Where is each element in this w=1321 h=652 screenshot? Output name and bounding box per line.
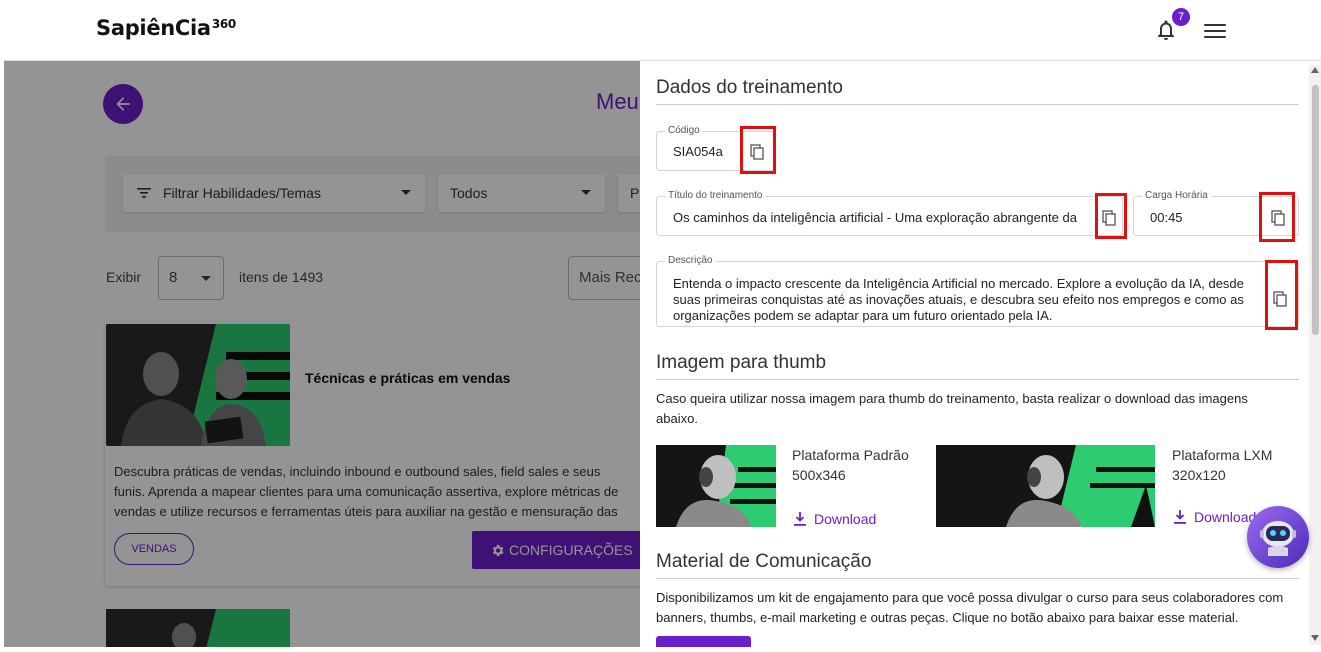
course-image <box>106 609 290 647</box>
logo-text: SapiênCia <box>96 16 211 40</box>
training-title-value: Os caminhos da inteligência artificial -… <box>673 210 1077 225</box>
show-label: Exibir <box>106 269 142 285</box>
training-details-drawer: Dados do treinamento Código SIA054a Títu… <box>640 61 1321 647</box>
drawer-scrollbar[interactable] <box>1309 65 1321 645</box>
thumb-lxm-size: 320x120 <box>1172 467 1226 483</box>
per-page-value: 8 <box>169 269 178 286</box>
thumb-lxm-name: Plataforma LXM <box>1172 447 1273 463</box>
download-standard-link[interactable]: Download <box>794 511 876 527</box>
thumb-standard-image <box>656 445 776 527</box>
training-title-field[interactable]: Título do treinamento Os caminhos da int… <box>656 190 1123 236</box>
download-standard-label: Download <box>814 511 877 527</box>
course-image <box>106 324 290 446</box>
thumb-section-text: Caso queira utilizar nossa imagem para t… <box>656 391 1248 426</box>
status-filter-select[interactable]: Todos <box>438 174 605 212</box>
divider <box>656 379 1299 380</box>
logo-suffix: 360 <box>211 17 236 31</box>
sort-select[interactable]: Mais Rec <box>568 256 640 300</box>
skills-filter-select[interactable]: Filtrar Habilidades/Temas <box>123 174 425 212</box>
course-list-page: Meu Filtrar Habilidades/Temas Todos P Ex… <box>4 61 640 647</box>
divider <box>656 104 1299 105</box>
download-icon <box>1174 510 1186 524</box>
menu-icon[interactable] <box>1204 24 1226 40</box>
thumb-standard-name: Plataforma Padrão <box>792 447 909 463</box>
scroll-thumb[interactable] <box>1312 85 1319 335</box>
robot-icon <box>1260 521 1296 556</box>
material-section-title: Material de Comunicação <box>656 551 872 572</box>
workload-label: Carga Horária <box>1142 190 1211 202</box>
download-icon <box>794 512 806 526</box>
description-value: Entenda o impacto crescente da Inteligên… <box>673 276 1244 323</box>
chevron-down-icon <box>581 190 591 195</box>
thumb-standard-size: 500x346 <box>792 467 846 483</box>
page-title: Meu <box>596 89 639 114</box>
course-description-line: funis. Aprenda a mapear clientes para um… <box>114 484 619 499</box>
code-label: Código <box>665 125 703 137</box>
skills-filter-label: Filtrar Habilidades/Temas <box>163 185 321 201</box>
thumb-lxm-image <box>936 445 1155 527</box>
workload-value: 00:45 <box>1150 210 1183 225</box>
thumb-standard-info: Plataforma Padrão 500x346 <box>792 445 909 485</box>
items-count: itens de 1493 <box>239 269 324 285</box>
course-description-line: Descubra práticas de vendas, incluindo i… <box>114 464 601 479</box>
description-label: Descrição <box>665 255 716 267</box>
chevron-down-icon <box>401 190 411 195</box>
training-data-title: Dados do treinamento <box>656 77 843 98</box>
arrow-left-icon <box>116 97 130 111</box>
highlight-box <box>1259 192 1295 242</box>
filter-icon <box>137 188 151 198</box>
highlight-box <box>740 126 776 174</box>
course-description-line: vendas e utilize recursos e ferramentas … <box>114 504 618 519</box>
training-title-label: Título do treinamento <box>665 190 766 202</box>
download-lxm-label: Download <box>1194 509 1257 525</box>
status-filter-label: Todos <box>450 185 488 201</box>
download-material-button[interactable] <box>656 636 751 647</box>
filter-bar: Filtrar Habilidades/Temas Todos P <box>105 156 640 232</box>
highlight-box <box>1095 193 1127 239</box>
sort-value: Mais Rec <box>579 269 640 286</box>
app-header: SapiênCia360 7 <box>4 0 1321 61</box>
description-field[interactable]: Descrição Entenda o impacto crescente da… <box>656 255 1299 327</box>
material-section-text: Disponibilizamos um kit de engajamento p… <box>656 590 1284 625</box>
gear-icon <box>492 544 504 556</box>
third-filter-label: P <box>630 185 640 201</box>
course-card[interactable]: Técnicas e práticas em vendas Descubra p… <box>105 322 640 586</box>
configurations-label: CONFIGURAÇÕES <box>509 542 633 558</box>
configurations-button[interactable]: CONFIGURAÇÕES <box>472 531 640 569</box>
logo[interactable]: SapiênCia360 <box>96 16 236 40</box>
back-button[interactable] <box>103 84 143 124</box>
notification-badge: 7 <box>1170 6 1192 28</box>
scroll-down-arrow[interactable] <box>1311 635 1319 641</box>
divider <box>656 578 1299 579</box>
highlight-box <box>1265 260 1298 330</box>
chevron-down-icon <box>201 276 211 281</box>
tag-vendas[interactable]: VENDAS <box>114 533 194 565</box>
thumb-lxm-info: Plataforma LXM 320x120 <box>1172 445 1272 485</box>
download-lxm-link[interactable]: Download <box>1174 509 1256 525</box>
per-page-select[interactable]: 8 <box>158 256 224 300</box>
third-filter-select[interactable]: P <box>618 174 640 212</box>
code-value: SIA054a <box>673 144 723 159</box>
course-title[interactable]: Técnicas e práticas em vendas <box>305 370 510 386</box>
thumb-section-title: Imagem para thumb <box>656 352 827 373</box>
chatbot-button[interactable] <box>1247 506 1309 568</box>
course-description: Descubra práticas de vendas, incluindo i… <box>114 462 640 522</box>
scroll-up-arrow[interactable] <box>1311 67 1319 73</box>
